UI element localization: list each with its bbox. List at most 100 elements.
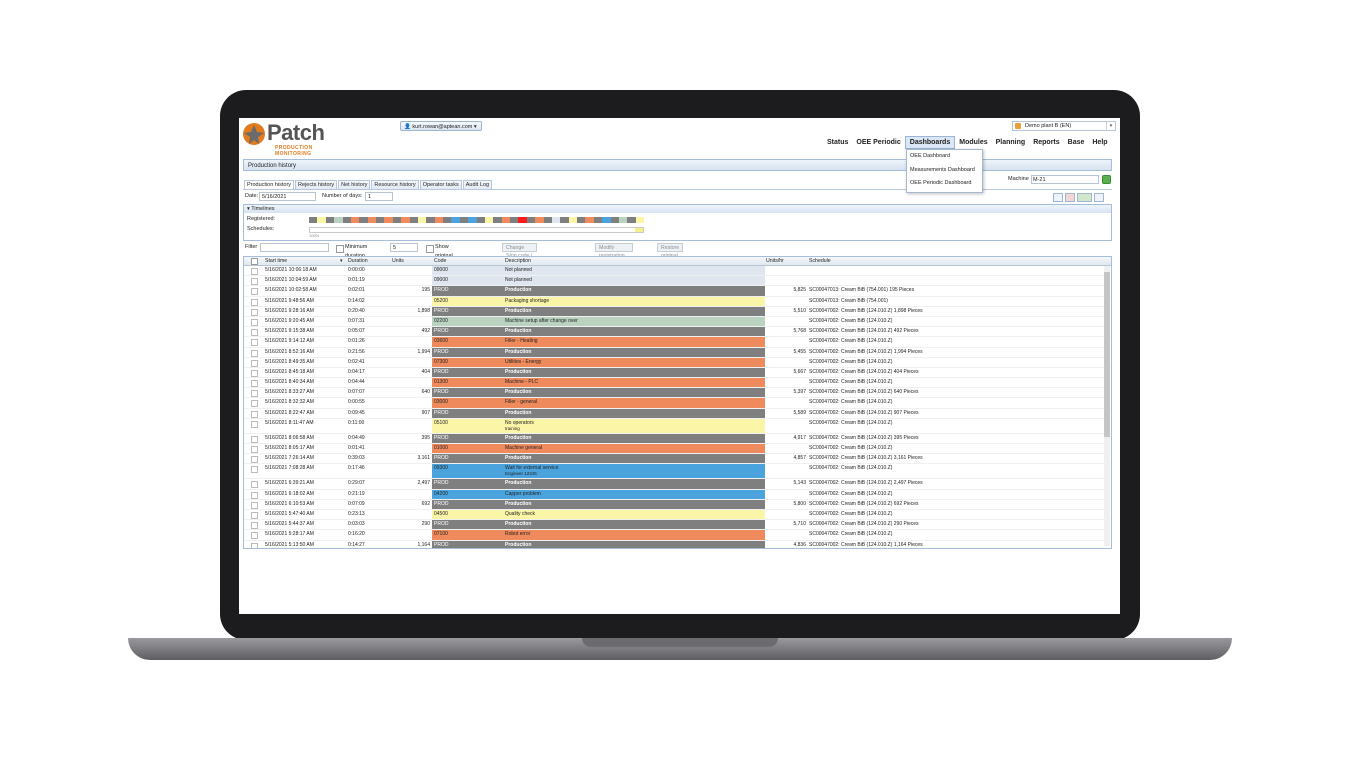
table-row[interactable]: 5/16/2021 6:39:21 AM 0:29:07 2,497 PROD Prod… bbox=[244, 479, 1111, 490]
row-checkbox[interactable] bbox=[251, 339, 258, 347]
row-checkbox[interactable] bbox=[251, 380, 258, 388]
row-checkbox[interactable] bbox=[251, 466, 258, 474]
row-checkbox[interactable] bbox=[251, 278, 258, 286]
table-row[interactable]: 5/16/2021 8:49:35 AM 0:02:41 07300 Utilitie… bbox=[244, 357, 1111, 368]
cell-code: PROD bbox=[432, 454, 503, 464]
row-checkbox[interactable] bbox=[251, 420, 258, 428]
col-start-time[interactable]: Start time bbox=[265, 257, 287, 265]
row-checkbox[interactable] bbox=[251, 400, 258, 408]
scrollbar-thumb[interactable] bbox=[1104, 272, 1110, 437]
table-row[interactable]: 5/16/2021 8:11:47 AM 0:11:00 05100 No opera… bbox=[244, 418, 1111, 434]
menu-reports[interactable]: Reports bbox=[1029, 136, 1063, 149]
table-row[interactable]: 5/16/2021 10:02:58 AM 0:02:01 195 PROD Produ… bbox=[244, 286, 1111, 297]
min-duration-input[interactable]: 5 bbox=[390, 243, 418, 252]
excel-icon[interactable] bbox=[1077, 193, 1092, 202]
row-checkbox[interactable] bbox=[251, 501, 258, 509]
table-row[interactable]: 5/16/2021 8:05:17 AM 0:01:41 01000 Machine … bbox=[244, 444, 1111, 455]
row-checkbox[interactable] bbox=[251, 329, 258, 337]
menu-dashboards[interactable]: Dashboards bbox=[904, 136, 956, 149]
table-row[interactable]: 5/16/2021 9:14:12 AM 0:01:26 03600 Filler -… bbox=[244, 337, 1111, 348]
date-input[interactable]: 5/16/2021 bbox=[259, 192, 316, 201]
table-row[interactable]: 5/16/2021 8:32:32 AM 0:00:55 03000 Filler -… bbox=[244, 398, 1111, 409]
table-row[interactable]: 5/16/2021 9:15:38 AM 0:05:07 492 PROD Produc… bbox=[244, 327, 1111, 338]
table-row[interactable]: 5/16/2021 5:13:50 AM 0:14:27 1,164 PROD Prod… bbox=[244, 540, 1111, 548]
table-row[interactable]: 5/16/2021 8:22:47 AM 0:09:45 907 PROD Produc… bbox=[244, 408, 1111, 419]
select-all-checkbox[interactable] bbox=[251, 258, 258, 265]
col-schedule[interactable]: Schedule bbox=[809, 257, 831, 265]
restore-original-button[interactable]: Restore original data... bbox=[657, 243, 684, 267]
table-row[interactable]: 5/16/2021 9:48:56 AM 0:14:02 05200 Packagin… bbox=[244, 296, 1111, 307]
row-checkbox[interactable] bbox=[251, 532, 258, 540]
dropdown-item-oee-periodic-dashboard[interactable]: OEE Periodic Dashboard bbox=[907, 177, 982, 191]
table-row[interactable]: 5/16/2021 8:52:16 AM 0:21:56 1,994 PROD Prod… bbox=[244, 347, 1111, 358]
plant-select[interactable]: Demo plant B (EN) ▾ bbox=[1012, 121, 1116, 131]
table-row[interactable]: 5/16/2021 8:45:18 AM 0:04:17 404 PROD Produc… bbox=[244, 367, 1111, 379]
row-checkbox[interactable] bbox=[251, 481, 258, 489]
table-row[interactable]: 5/16/2021 9:20:45 AM 0:07:31 02200 Machine … bbox=[244, 316, 1111, 328]
row-checkbox[interactable] bbox=[251, 318, 258, 326]
modify-registration-button[interactable]: Modify registration... bbox=[595, 243, 633, 259]
row-checkbox[interactable] bbox=[251, 359, 258, 367]
filter-select[interactable] bbox=[260, 243, 329, 252]
machine-select[interactable]: M-21 bbox=[1031, 175, 1099, 184]
days-input[interactable]: 1 bbox=[365, 192, 393, 201]
table-row[interactable]: 5/16/2021 5:47:40 AM 0:23:13 04500 Quality … bbox=[244, 509, 1111, 521]
menu-base[interactable]: Base bbox=[1064, 136, 1089, 149]
table-row[interactable]: 5/16/2021 7:26:14 AM 0:39:03 3,161 PROD Prod… bbox=[244, 454, 1111, 465]
table-row[interactable]: 5/16/2021 10:04:59 AM 0:01:19 09000 Not pla… bbox=[244, 276, 1111, 287]
cell-duration: 0:07:07 bbox=[348, 389, 365, 396]
col-code[interactable]: Code bbox=[434, 257, 446, 265]
row-checkbox[interactable] bbox=[251, 369, 258, 377]
show-original-checkbox[interactable] bbox=[426, 245, 434, 253]
settings-icon[interactable] bbox=[1094, 193, 1104, 202]
table-row[interactable]: 5/16/2021 10:06:18 AM 0:00:00 09000 Not pla… bbox=[244, 266, 1111, 277]
grid-scrollbar[interactable] bbox=[1104, 266, 1110, 546]
change-stop-code-button[interactable]: Change Stop code / Comment... bbox=[502, 243, 537, 267]
dropdown-item-oee-dashboard[interactable]: OEE Dashboard bbox=[907, 150, 982, 164]
row-checkbox[interactable] bbox=[251, 298, 258, 306]
table-row[interactable]: 5/16/2021 5:28:17 AM 0:16:20 07100 Robot er… bbox=[244, 530, 1111, 541]
col-description[interactable]: Description bbox=[505, 257, 531, 265]
row-checkbox[interactable] bbox=[251, 410, 258, 418]
menu-planning[interactable]: Planning bbox=[992, 136, 1030, 149]
row-checkbox[interactable] bbox=[251, 542, 258, 548]
table-row[interactable]: 5/16/2021 9:28:16 AM 0:20:40 1,898 PROD Prod… bbox=[244, 306, 1111, 317]
table-row[interactable]: 5/16/2021 8:40:34 AM 0:04:44 01300 Machine … bbox=[244, 378, 1111, 389]
table-row[interactable]: 5/16/2021 8:33:27 AM 0:07:07 640 PROD Produc… bbox=[244, 388, 1111, 399]
row-checkbox[interactable] bbox=[251, 511, 258, 519]
menu-help[interactable]: Help bbox=[1088, 136, 1111, 149]
timelines-title[interactable]: ▾ Timelines bbox=[244, 205, 1111, 213]
row-checkbox[interactable] bbox=[251, 435, 258, 443]
print-icon[interactable] bbox=[1053, 193, 1063, 202]
table-row[interactable]: 5/16/2021 6:18:02 AM 0:21:19 04200 Capper p… bbox=[244, 489, 1111, 500]
table-row[interactable]: 5/16/2021 6:10:53 AM 0:07:09 692 PROD Produc… bbox=[244, 499, 1111, 510]
dropdown-item-measurements-dashboard[interactable]: Measurements Dashboard bbox=[907, 164, 982, 178]
row-checkbox[interactable] bbox=[251, 491, 258, 499]
menu-status[interactable]: Status bbox=[823, 136, 852, 149]
menu-oee-periodic[interactable]: OEE Periodic bbox=[852, 136, 904, 149]
schedules-timeline[interactable] bbox=[309, 227, 644, 233]
row-checkbox[interactable] bbox=[251, 446, 258, 453]
table-row[interactable]: 5/16/2021 8:06:58 AM 0:04:49 395 PROD Produc… bbox=[244, 433, 1111, 444]
col-units-hr[interactable]: Units/hr bbox=[766, 257, 784, 265]
refresh-icon[interactable] bbox=[1102, 175, 1111, 184]
table-row[interactable]: 5/16/2021 5:44:37 AM 0:03:03 290 PROD Produc… bbox=[244, 520, 1111, 531]
table-row[interactable]: 5/16/2021 7:08:28 AM 0:17:46 09300 Wait for… bbox=[244, 464, 1111, 480]
registered-timeline[interactable] bbox=[309, 217, 644, 223]
pdf-icon[interactable] bbox=[1065, 193, 1075, 202]
row-checkbox[interactable] bbox=[251, 288, 258, 296]
row-checkbox[interactable] bbox=[251, 456, 258, 464]
row-checkbox[interactable] bbox=[251, 308, 258, 316]
dashboards-dropdown: OEE Dashboard Measurements Dashboard OEE P… bbox=[906, 149, 983, 193]
cell-schedule: SC00047002: Cream BiB (124.010.Z) bbox=[809, 445, 893, 451]
row-checkbox[interactable] bbox=[251, 268, 258, 275]
row-checkbox[interactable] bbox=[251, 390, 258, 398]
row-checkbox[interactable] bbox=[251, 349, 258, 357]
chevron-down-icon[interactable]: ▾ bbox=[1106, 122, 1115, 130]
col-duration[interactable]: Duration bbox=[348, 257, 368, 265]
row-checkbox[interactable] bbox=[251, 522, 258, 530]
menu-modules[interactable]: Modules bbox=[955, 136, 991, 149]
min-duration-checkbox[interactable] bbox=[336, 245, 344, 253]
col-units[interactable]: Units bbox=[392, 257, 404, 265]
user-menu-button[interactable]: 👤 kurt.rowan@aptean.com ▾ bbox=[400, 121, 482, 131]
